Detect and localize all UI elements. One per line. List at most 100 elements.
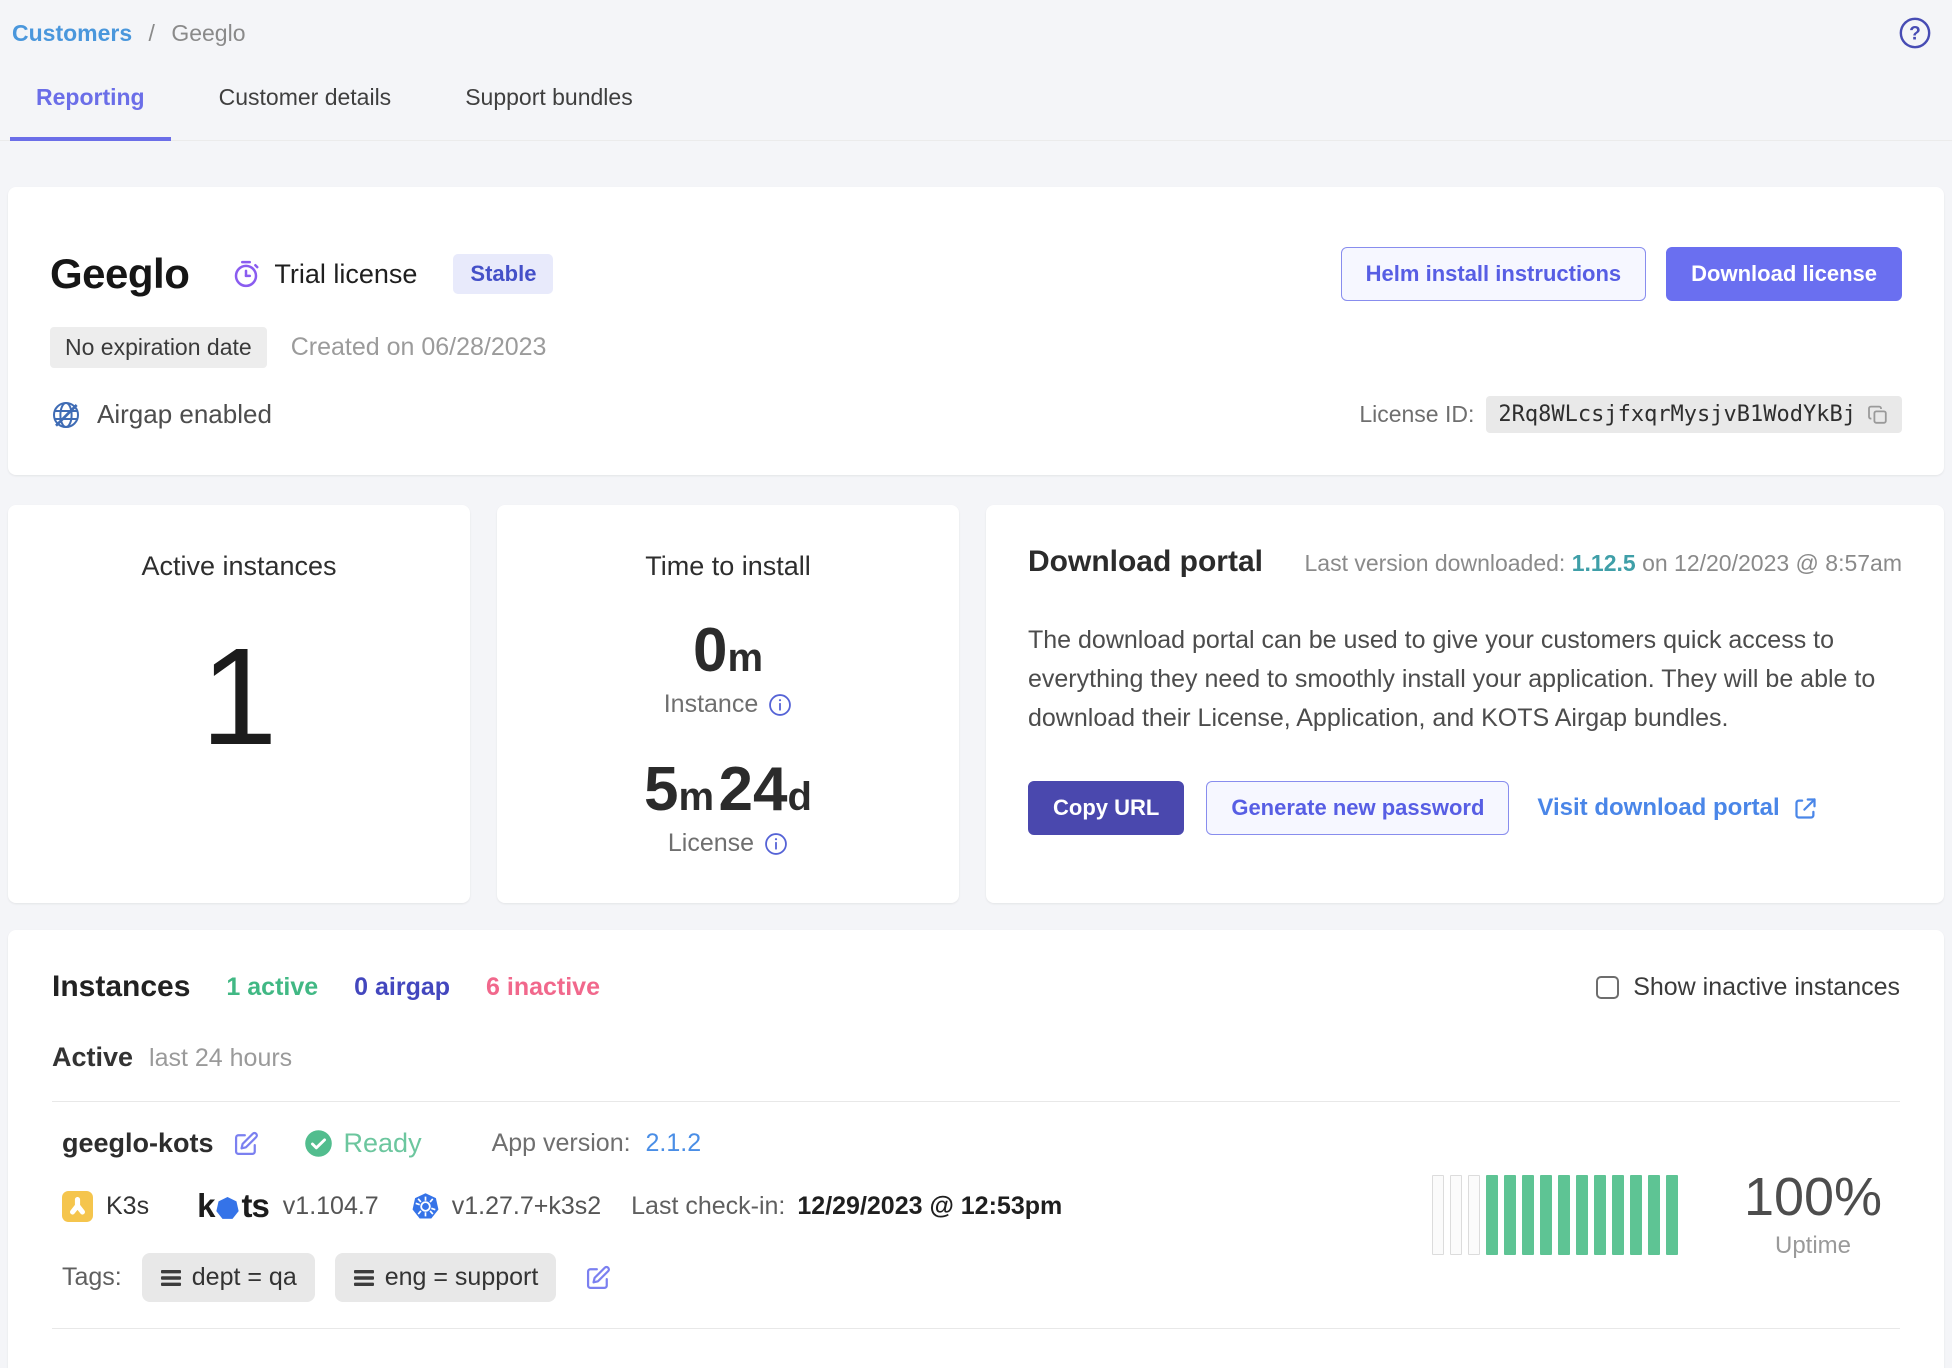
airgap-status: Airgap enabled: [50, 399, 272, 431]
distribution: K3s: [62, 1191, 149, 1222]
kubernetes-version: v1.27.7+k3s2: [452, 1192, 601, 1221]
uptime-bar-up: [1612, 1175, 1624, 1255]
channel-badge: Stable: [453, 254, 553, 294]
download-portal-description: The download portal can be used to give …: [1028, 621, 1902, 737]
distribution-label: K3s: [106, 1192, 149, 1221]
uptime-label: Uptime: [1738, 1232, 1888, 1260]
license-type: Trial license: [231, 259, 417, 290]
uptime-percent: 100%: [1738, 1170, 1888, 1224]
edit-instance-name-icon[interactable]: [232, 1130, 260, 1158]
instance-install-time: 0m: [693, 620, 763, 682]
active-count-filter[interactable]: 1 active: [226, 973, 318, 1002]
uptime-bar-empty: [1468, 1175, 1480, 1255]
customer-reporting-page: Customers / Geeglo ? Reporting Customer …: [0, 0, 1952, 1368]
uptime-summary: 100% Uptime: [1738, 1170, 1888, 1260]
time-to-install-card: Time to install 0m Instance 5m 24d Licen…: [497, 505, 959, 903]
breadcrumb-customers-link[interactable]: Customers: [12, 20, 132, 46]
instance-name: geeglo-kots: [62, 1128, 214, 1159]
license-install-label: License: [668, 829, 754, 858]
edit-tags-icon[interactable]: [584, 1264, 612, 1292]
expiration-badge: No expiration date: [50, 327, 267, 368]
last-version-downloaded: Last version downloaded: 1.12.5 on 12/20…: [1304, 550, 1902, 577]
active-group-label: Active: [52, 1042, 133, 1073]
generate-new-password-button[interactable]: Generate new password: [1206, 781, 1509, 835]
kots-logo-ts: ts: [241, 1187, 268, 1225]
tab-customer-details[interactable]: Customer details: [193, 84, 418, 141]
kots-logo-k: k: [197, 1187, 214, 1225]
instance-status-text: Ready: [344, 1128, 422, 1159]
instance-row: geeglo-kots Ready App version: 2.1.2: [52, 1102, 1900, 1324]
license-install-time-value1: 5: [644, 755, 678, 824]
active-instances-card: Active instances 1: [8, 505, 470, 903]
visit-download-portal-link[interactable]: Visit download portal: [1537, 794, 1818, 822]
uptime-bar-empty: [1432, 1175, 1444, 1255]
active-group-timeframe: last 24 hours: [149, 1044, 292, 1073]
license-install-time-unit1: m: [679, 775, 715, 819]
tab-support-bundles[interactable]: Support bundles: [439, 84, 659, 141]
show-inactive-checkbox[interactable]: [1596, 976, 1619, 999]
download-portal-card: Download portal Last version downloaded:…: [986, 505, 1944, 903]
instance-install-time-value: 0: [693, 616, 727, 685]
kubernetes-icon: [411, 1192, 440, 1221]
license-install-time-unit2: d: [788, 775, 812, 819]
divider: [52, 1328, 1900, 1329]
tag-pill: eng = support: [335, 1253, 557, 1302]
instance-status: Ready: [304, 1128, 422, 1159]
kots-logo: k ts: [197, 1187, 269, 1225]
active-instances-count: 1: [201, 628, 278, 766]
airgap-count-filter[interactable]: 0 airgap: [354, 973, 450, 1002]
trial-timer-icon: [231, 259, 261, 289]
download-portal-title: Download portal: [1028, 545, 1263, 579]
top-bar: Customers / Geeglo ?: [0, 0, 1952, 50]
license-id-row: License ID: 2Rq8WLcsjfxqrMysjvB1WodYkBj: [1359, 396, 1902, 433]
created-date: Created on 06/28/2023: [291, 333, 547, 362]
inactive-count-filter[interactable]: 6 inactive: [486, 973, 600, 1002]
external-link-icon: [1792, 795, 1819, 822]
copy-license-id-icon[interactable]: [1866, 403, 1890, 427]
last-version-label: Last version downloaded:: [1304, 550, 1565, 576]
kots-version: v1.104.7: [283, 1192, 379, 1221]
k3s-icon: [62, 1191, 93, 1222]
airgap-globe-icon: [50, 399, 82, 431]
last-checkin-value: 12/29/2023 @ 12:53pm: [797, 1192, 1062, 1221]
instance-install-time-unit: m: [727, 636, 763, 680]
uptime-bar-up: [1594, 1175, 1606, 1255]
ready-check-icon: [304, 1129, 333, 1158]
last-version-link[interactable]: 1.12.5: [1572, 550, 1636, 576]
tag-value: dept = qa: [192, 1263, 297, 1292]
customer-name: Geeglo: [50, 250, 189, 298]
airgap-label: Airgap enabled: [97, 399, 272, 430]
license-id-pill: 2Rq8WLcsjfxqrMysjvB1WodYkBj: [1486, 396, 1902, 433]
license-id-label: License ID:: [1359, 401, 1474, 428]
app-version-label: App version:: [492, 1129, 631, 1157]
info-icon[interactable]: [764, 832, 788, 856]
help-icon[interactable]: ?: [1898, 16, 1932, 50]
uptime-bar-up: [1630, 1175, 1642, 1255]
last-version-date: on 12/20/2023 @ 8:57am: [1642, 550, 1902, 576]
uptime-bar-up: [1486, 1175, 1498, 1255]
license-install-label-row: License: [668, 829, 788, 858]
info-icon[interactable]: [768, 693, 792, 717]
tag-lines-icon: [353, 1268, 375, 1288]
svg-text:?: ?: [1909, 24, 1921, 45]
uptime-bar-up: [1522, 1175, 1534, 1255]
download-license-button[interactable]: Download license: [1666, 247, 1902, 301]
copy-url-button[interactable]: Copy URL: [1028, 781, 1184, 835]
show-inactive-label: Show inactive instances: [1633, 973, 1900, 1002]
last-checkin-label: Last check-in:: [631, 1192, 785, 1221]
uptime-bar-empty: [1450, 1175, 1462, 1255]
metrics-row: Active instances 1 Time to install 0m In…: [8, 505, 1944, 903]
kots-logo-o: [214, 1192, 241, 1221]
instance-install-label: Instance: [664, 690, 759, 719]
tag-lines-icon: [160, 1268, 182, 1288]
breadcrumb-current: Geeglo: [171, 20, 245, 46]
helm-install-instructions-button[interactable]: Helm install instructions: [1341, 247, 1647, 301]
show-inactive-toggle[interactable]: Show inactive instances: [1596, 973, 1900, 1002]
tab-bar: Reporting Customer details Support bundl…: [0, 84, 1952, 141]
license-summary-card: Geeglo Trial license Stable Helm install…: [8, 187, 1944, 475]
app-version-link[interactable]: 2.1.2: [646, 1129, 702, 1157]
license-install-time-value2: 24: [719, 755, 788, 824]
uptime-bar-up: [1540, 1175, 1552, 1255]
breadcrumb: Customers / Geeglo: [12, 20, 246, 47]
tab-reporting[interactable]: Reporting: [10, 84, 171, 141]
